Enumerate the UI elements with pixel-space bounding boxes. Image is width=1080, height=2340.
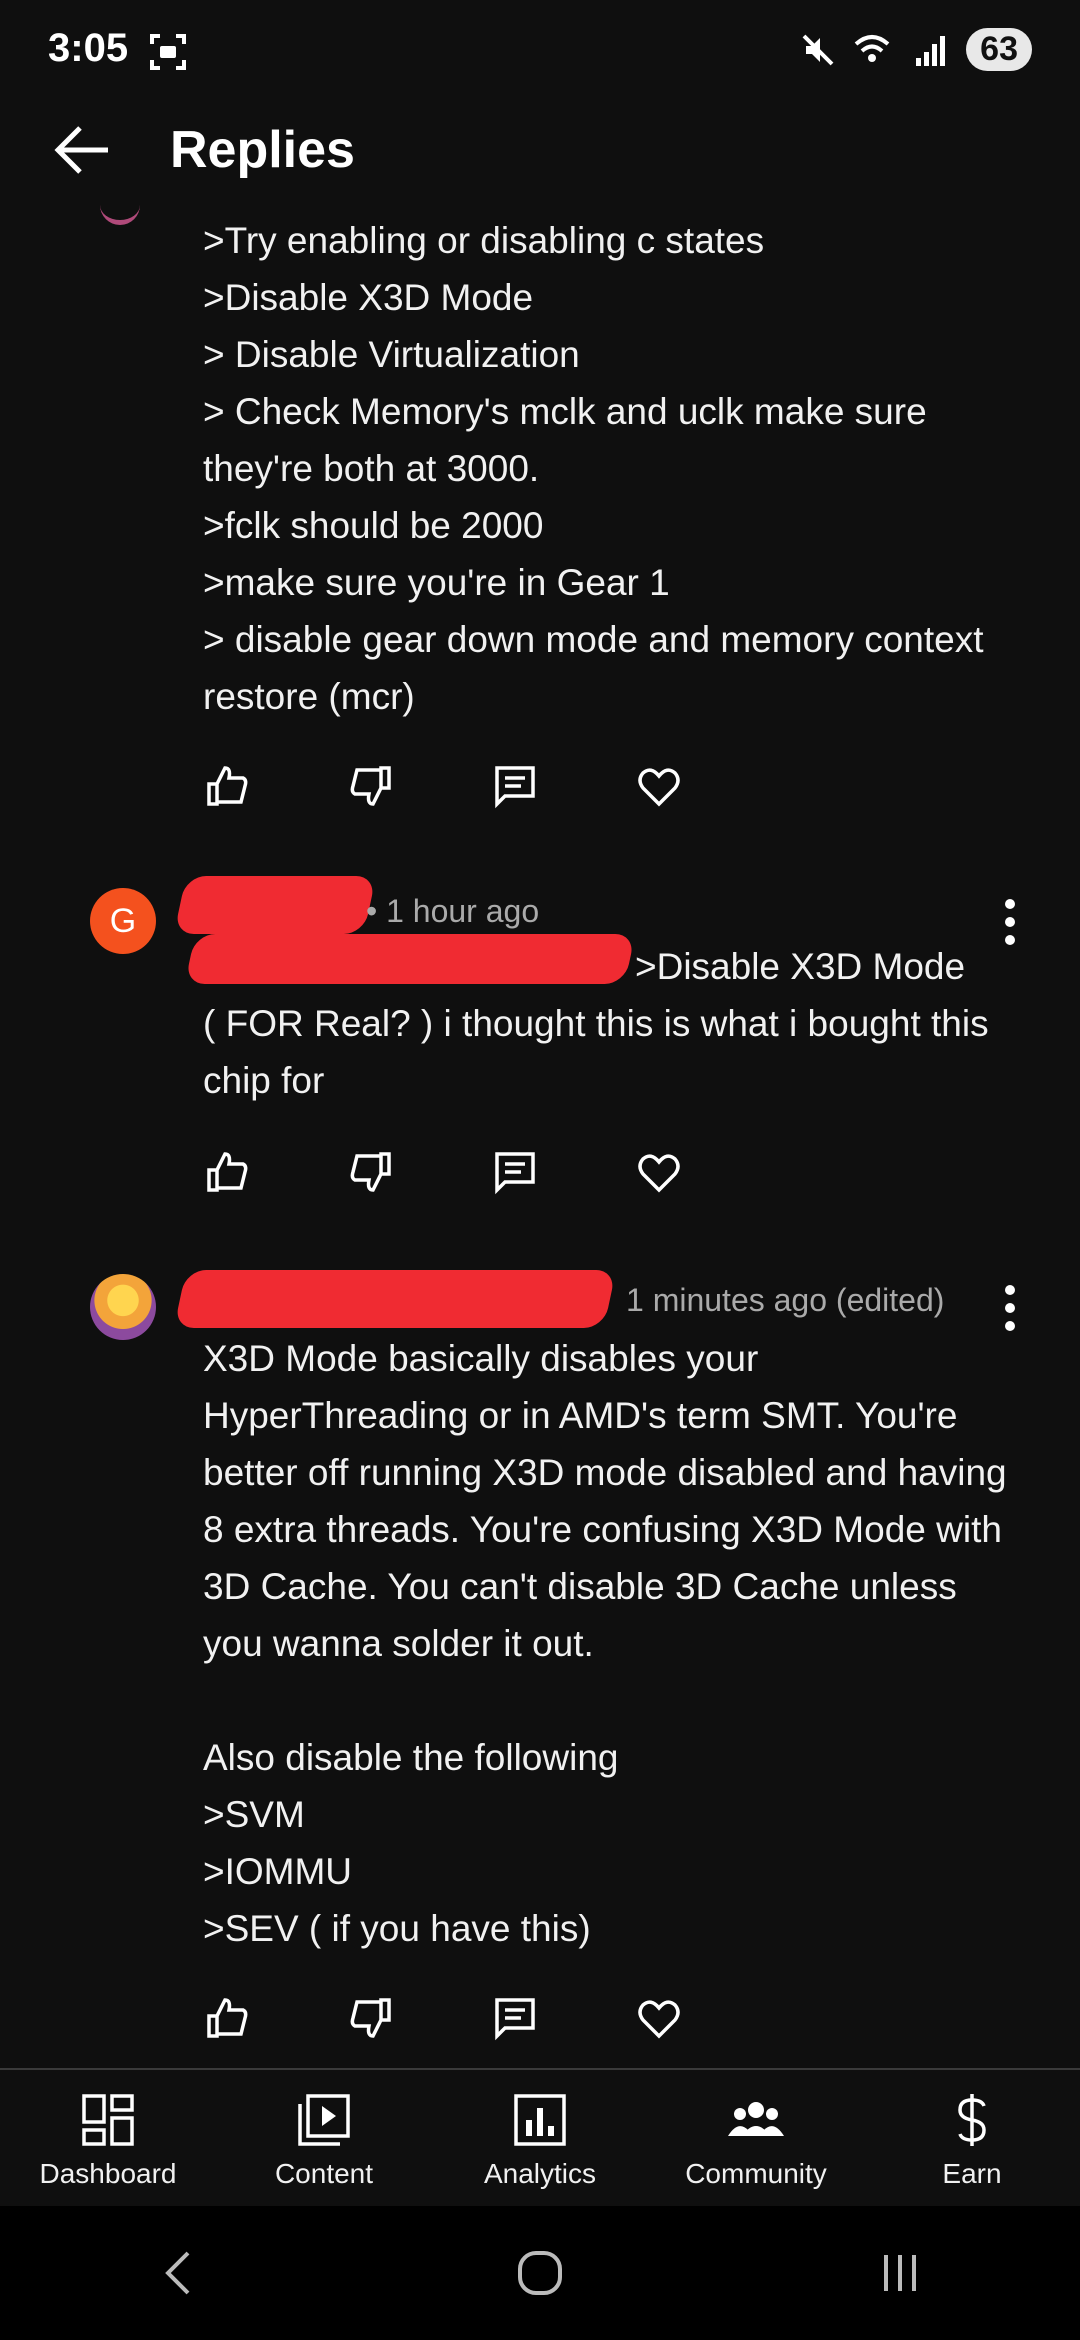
dislike-icon[interactable] <box>347 1994 395 2042</box>
mute-icon <box>802 34 834 65</box>
avatar-partial <box>100 196 140 225</box>
comment-actions <box>203 1148 779 1196</box>
battery-level: 63 <box>966 28 1032 71</box>
like-icon[interactable] <box>203 1994 251 2042</box>
nav-label: Earn <box>942 2158 1002 2189</box>
status-icons: 63 <box>798 28 1032 71</box>
content-icon <box>298 2094 350 2146</box>
system-back-icon[interactable] <box>150 2243 210 2303</box>
reply-icon[interactable] <box>491 1994 539 2042</box>
system-home-icon[interactable] <box>510 2243 570 2303</box>
dashboard-icon <box>82 2094 134 2146</box>
heart-icon[interactable] <box>635 1994 683 2042</box>
redaction-mark <box>173 1270 617 1328</box>
nav-label: Dashboard <box>39 2158 177 2189</box>
status-time: 3:05 <box>48 26 129 70</box>
system-navigation <box>0 2206 1080 2340</box>
comment-text: >Try enabling or disabling c states >Dis… <box>203 220 984 717</box>
avatar[interactable]: G <box>90 888 156 954</box>
dislike-icon[interactable] <box>347 762 395 810</box>
nav-label: Community <box>685 2158 827 2189</box>
nav-content[interactable]: Content <box>216 2070 432 2208</box>
comment-text: >Disable X3D Mode ( FOR Real? ) i though… <box>203 946 989 1101</box>
page-title: Replies <box>170 121 355 179</box>
nav-label: Analytics <box>483 2158 597 2189</box>
nav-label: Content <box>274 2158 374 2189</box>
back-arrow-icon[interactable] <box>50 118 114 182</box>
screenshot-icon <box>150 34 186 70</box>
signal-icon <box>916 35 946 66</box>
earn-icon <box>958 2094 986 2146</box>
nav-analytics[interactable]: Analytics <box>432 2070 648 2208</box>
reply-icon[interactable] <box>491 762 539 810</box>
like-icon[interactable] <box>203 762 251 810</box>
comment-text: X3D Mode basically disables your HyperTh… <box>203 1338 1007 1949</box>
heart-icon[interactable] <box>635 1148 683 1196</box>
comment-actions <box>203 1994 779 2042</box>
heart-icon[interactable] <box>635 762 683 810</box>
analytics-icon <box>514 2094 566 2146</box>
nav-community[interactable]: Community <box>648 2070 864 2208</box>
reply-icon[interactable] <box>491 1148 539 1196</box>
nav-dashboard[interactable]: Dashboard <box>0 2070 216 2208</box>
redaction-mark <box>173 876 377 934</box>
dislike-icon[interactable] <box>347 1148 395 1196</box>
comment-actions <box>203 762 779 810</box>
more-options-icon[interactable] <box>990 1278 1030 1338</box>
wifi-icon <box>854 34 890 62</box>
system-recents-icon[interactable] <box>870 2243 930 2303</box>
bottom-navigation: Dashboard Content Analytics Community Ea… <box>0 2068 1080 2208</box>
comment-time: 1 minutes ago (edited) <box>626 1282 945 1318</box>
community-icon <box>728 2102 784 2136</box>
comment-time: • 1 hour ago <box>366 893 540 929</box>
like-icon[interactable] <box>203 1148 251 1196</box>
nav-earn[interactable]: Earn <box>864 2070 1080 2208</box>
avatar[interactable] <box>90 1274 156 1340</box>
